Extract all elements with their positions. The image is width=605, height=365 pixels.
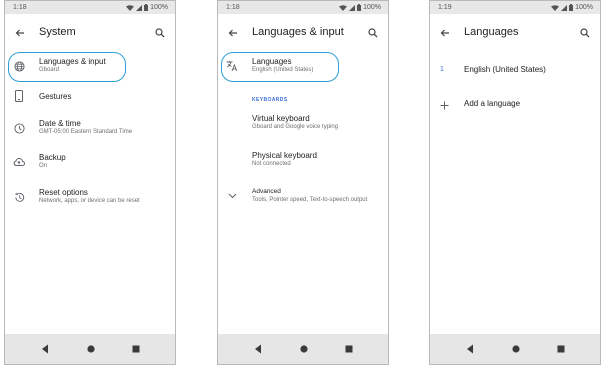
wifi-icon (126, 4, 135, 11)
phone-gesture-icon (12, 89, 26, 103)
nav-recents-icon[interactable] (345, 345, 353, 353)
plus-icon (437, 98, 451, 112)
nav-home-icon[interactable] (300, 345, 308, 353)
app-bar: Languages (430, 14, 600, 52)
language-list-item[interactable]: 1 English (United States) (430, 61, 600, 87)
battery-level: 100% (363, 4, 381, 11)
item-subtitle: GMT-05:00 Eastern Standard Time (39, 129, 133, 135)
item-title: Physical keyboard (252, 151, 317, 160)
nav-back-icon[interactable] (40, 344, 50, 354)
item-subtitle: Not connected (252, 161, 291, 167)
nav-recents-icon[interactable] (557, 345, 565, 353)
item-title: Virtual keyboard (252, 114, 310, 123)
navigation-bar (5, 334, 175, 364)
item-title: Date & time (39, 119, 81, 128)
nav-back-icon[interactable] (465, 344, 475, 354)
wifi-icon (551, 4, 560, 11)
signal-icon (136, 4, 143, 11)
item-title: Languages & input (39, 57, 106, 66)
status-time: 1:18 (226, 4, 240, 11)
app-bar: System (5, 14, 175, 52)
settings-item-languages-input[interactable]: Languages & input Gboard (5, 55, 175, 81)
item-title: Languages (252, 57, 292, 66)
nav-back-icon[interactable] (253, 344, 263, 354)
search-icon[interactable] (576, 24, 594, 42)
history-icon (12, 190, 26, 204)
chevron-down-icon (225, 189, 239, 203)
language-order-number: 1 (440, 66, 444, 73)
item-title: Advanced (252, 188, 281, 195)
battery-level: 100% (150, 4, 168, 11)
signal-icon (349, 4, 356, 11)
item-title: Reset options (39, 188, 88, 197)
page-title: System (39, 26, 76, 38)
nav-home-icon[interactable] (87, 345, 95, 353)
battery-icon (357, 4, 362, 11)
settings-item-backup[interactable]: Backup On (5, 151, 175, 177)
item-subtitle: Gboard (39, 67, 60, 73)
settings-item-reset-options[interactable]: Reset options Network, apps, or device c… (5, 186, 175, 212)
settings-item-date-time[interactable]: Date & time GMT-05:00 Eastern Standard T… (5, 117, 175, 143)
app-bar: Languages & input (218, 14, 388, 52)
status-bar: 1:18 100% (5, 1, 175, 14)
section-header-keyboards: KEYBOARDS (252, 97, 288, 103)
item-title: Backup (39, 153, 66, 162)
language-name: English (United States) (464, 65, 546, 74)
battery-icon (144, 4, 149, 11)
item-title: Gestures (39, 92, 72, 101)
status-time: 1:18 (13, 4, 27, 11)
navigation-bar (218, 334, 388, 364)
item-subtitle: Gboard and Google voice typing (252, 124, 339, 130)
search-icon[interactable] (151, 24, 169, 42)
page-title: Languages (464, 26, 519, 38)
add-language-button[interactable]: Add a language (430, 94, 600, 120)
phone-screen-languages-input: 1:18 100% Languages & input Languages En… (217, 0, 389, 365)
clock-icon (12, 121, 26, 135)
battery-icon (569, 4, 574, 11)
nav-home-icon[interactable] (512, 345, 520, 353)
item-subtitle: Tools, Pointer speed, Text-to-speech out… (252, 197, 368, 203)
back-arrow-icon[interactable] (436, 24, 454, 42)
page-title: Languages & input (252, 26, 344, 38)
item-subtitle: Network, apps, or device can be reset (39, 198, 140, 204)
status-bar: 1:18 100% (218, 1, 388, 14)
status-bar: 1:19 100% (430, 1, 600, 14)
settings-item-physical-keyboard[interactable]: Physical keyboard Not connected (218, 149, 388, 175)
back-arrow-icon[interactable] (224, 24, 242, 42)
wifi-icon (339, 4, 348, 11)
signal-icon (561, 4, 568, 11)
battery-level: 100% (575, 4, 593, 11)
navigation-bar (430, 334, 600, 364)
back-arrow-icon[interactable] (11, 24, 29, 42)
settings-item-gestures[interactable]: Gestures (5, 85, 175, 111)
settings-item-advanced[interactable]: Advanced Tools, Pointer speed, Text-to-s… (218, 185, 388, 211)
phone-screen-system: 1:18 100% System Languages & input Gboar… (4, 0, 176, 365)
item-subtitle: On (39, 163, 48, 169)
settings-item-virtual-keyboard[interactable]: Virtual keyboard Gboard and Google voice… (218, 112, 388, 138)
item-subtitle: English (United States) (252, 67, 314, 73)
phone-screen-languages: 1:19 100% Languages 1 English (United St… (429, 0, 601, 365)
add-language-label: Add a language (464, 99, 521, 108)
cloud-upload-icon (12, 155, 26, 169)
translate-icon (225, 59, 239, 73)
search-icon[interactable] (364, 24, 382, 42)
globe-icon (12, 59, 26, 73)
settings-item-languages[interactable]: Languages English (United States) (218, 55, 388, 81)
nav-recents-icon[interactable] (132, 345, 140, 353)
status-time: 1:19 (438, 4, 452, 11)
